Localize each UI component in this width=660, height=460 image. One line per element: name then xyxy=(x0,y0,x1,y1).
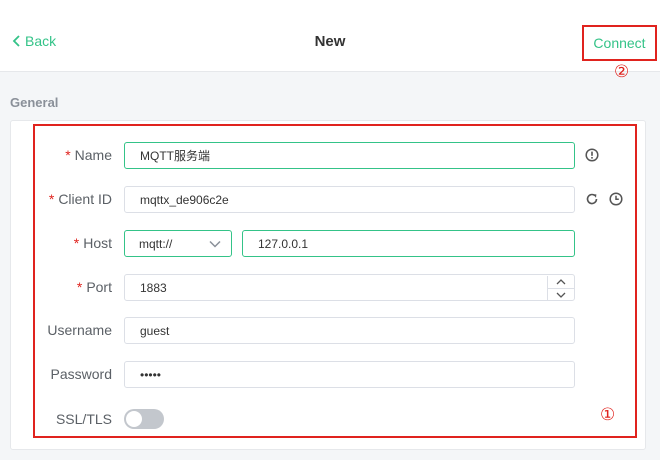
clock-icon[interactable] xyxy=(608,191,624,207)
info-circle-icon[interactable] xyxy=(584,147,600,163)
name-input[interactable]: MQTT服务端 xyxy=(124,142,575,169)
annotation-marker-1: ① xyxy=(600,405,616,425)
port-label: * Port xyxy=(76,279,112,295)
username-label: Username xyxy=(47,322,112,338)
port-input[interactable]: 1883 xyxy=(124,274,575,301)
toggle-knob xyxy=(126,411,142,427)
connect-button[interactable]: Connect xyxy=(582,25,657,61)
chevron-up-icon xyxy=(556,279,566,285)
refresh-icon[interactable] xyxy=(584,191,600,207)
chevron-down-icon xyxy=(556,292,566,298)
password-label: Password xyxy=(50,366,112,382)
annotation-marker-2: ② xyxy=(614,62,630,82)
connect-label: Connect xyxy=(593,35,646,51)
port-stepper[interactable] xyxy=(547,276,574,301)
host-input[interactable]: 127.0.0.1 xyxy=(242,230,575,257)
name-label: * Name xyxy=(65,147,112,163)
ssl-tls-label: SSL/TLS xyxy=(55,411,112,427)
client-id-label: * Client ID xyxy=(48,191,112,207)
page-title: New xyxy=(314,33,346,50)
port-increment-button[interactable] xyxy=(548,276,574,288)
ssl-tls-toggle[interactable] xyxy=(124,409,164,429)
protocol-select[interactable]: mqtt:// xyxy=(124,230,232,257)
client-id-input[interactable]: mqttx_de906c2e xyxy=(124,186,575,213)
username-input[interactable]: guest xyxy=(124,317,575,344)
chevron-down-icon xyxy=(209,240,221,248)
host-label: * Host xyxy=(73,235,112,251)
top-bar: Back New Connect xyxy=(0,0,660,72)
section-label-general: General xyxy=(10,95,59,110)
port-decrement-button[interactable] xyxy=(548,288,574,301)
password-input[interactable]: ••••• xyxy=(124,361,575,388)
